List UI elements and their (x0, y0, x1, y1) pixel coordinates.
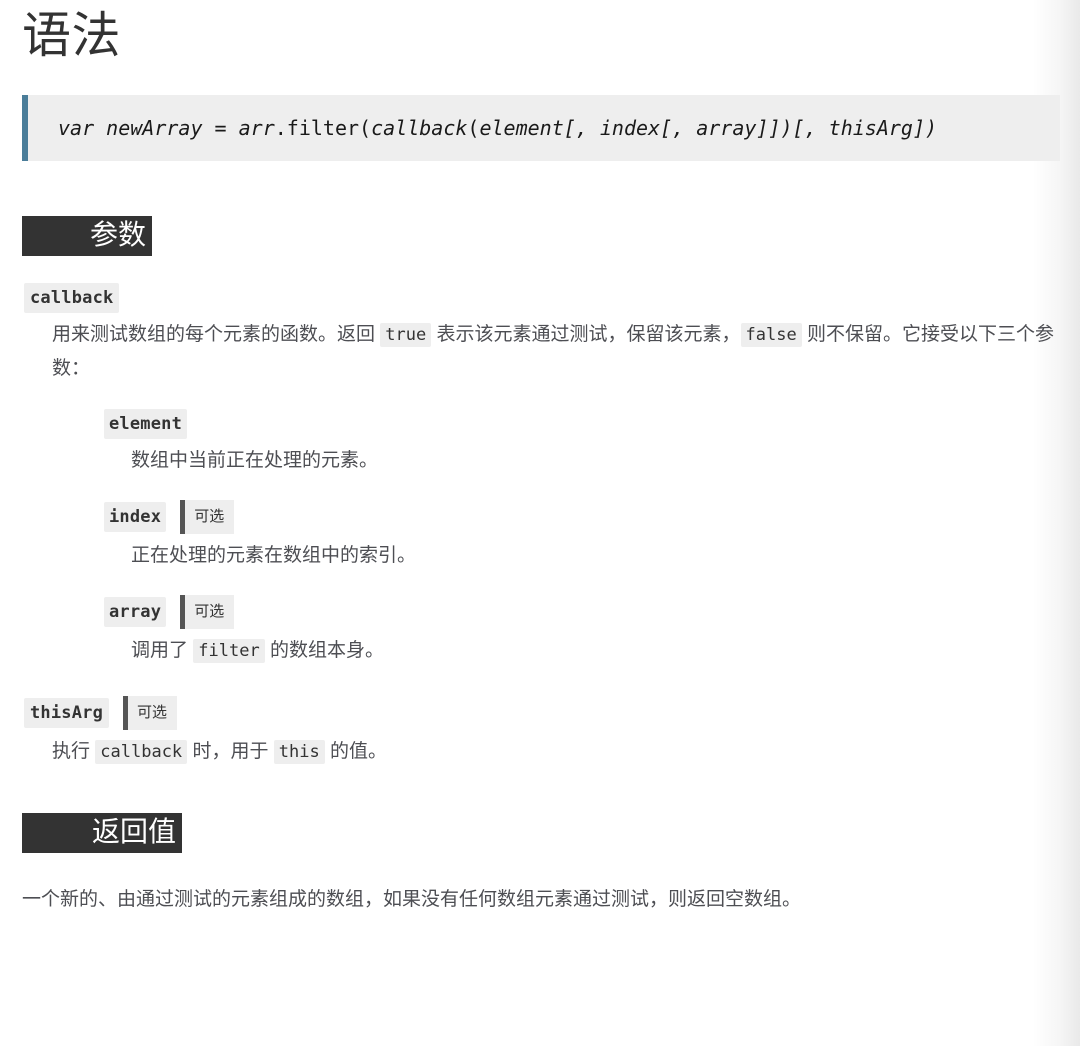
code-callback: callback (95, 740, 188, 765)
page-title: 语法 (22, 8, 122, 63)
syntax-token-element: element (479, 116, 564, 141)
section-heading-return-value: 返回值 (22, 813, 182, 854)
syntax-token-array: [, array]]) (660, 116, 793, 141)
parameters-definition-list: callback 用来测试数组的每个元素的函数。返回 true 表示该元素通过测… (0, 283, 1080, 769)
code-true: true (380, 323, 432, 348)
optional-badge-array: 可选 (180, 595, 235, 630)
param-term-array: array 可选 (52, 595, 1080, 630)
syntax-token-open-paren: ( (359, 116, 372, 141)
syntax-token-index: [, index (563, 116, 661, 141)
page-root: 语法 var newArray = arr.filter(callback(el… (0, 0, 1080, 1046)
param-term-thisarg: thisArg 可选 (0, 696, 1080, 731)
param-desc-array-text-2: 的数组本身。 (264, 640, 384, 662)
param-name-array: array (104, 597, 167, 628)
syntax-token-thisarg: [, thisArg]) (792, 116, 938, 141)
syntax-token-declaration: var newArray = arr (58, 116, 275, 141)
syntax-token-dot: . (274, 116, 287, 141)
param-desc-thisarg-text-2: 时，用于 (187, 741, 274, 763)
param-desc-thisarg-text-3: 的值。 (324, 741, 387, 763)
param-name-thisarg: thisArg (24, 698, 110, 729)
article-content: 语法 var newArray = arr.filter(callback(el… (0, 0, 1080, 917)
section-heading-parameters: 参数 (22, 216, 152, 257)
optional-badge-thisarg: 可选 (123, 696, 178, 731)
syntax-token-callback: callback (371, 116, 468, 141)
param-desc-thisarg: 执行 callback 时，用于 this 的值。 (0, 730, 1080, 769)
param-desc-array-text-1: 调用了 (131, 640, 194, 662)
optional-badge-index: 可选 (180, 500, 235, 535)
param-desc-callback: 用来测试数组的每个元素的函数。返回 true 表示该元素通过测试，保留该元素， f… (0, 313, 1080, 668)
param-name-index: index (104, 502, 167, 533)
code-this: this (273, 740, 325, 765)
param-desc-callback-text-2: 表示该元素通过测试，保留该元素， (431, 324, 741, 346)
param-term-element: element (52, 409, 1080, 440)
param-desc-element: 数组中当前正在处理的元素。 (131, 450, 379, 472)
param-term-index: index 可选 (52, 500, 1080, 535)
param-desc-index: 正在处理的元素在数组中的索引。 (131, 545, 417, 567)
syntax-token-callback-open: ( (467, 116, 480, 141)
code-filter: filter (193, 639, 265, 664)
syntax-token-method: filter (286, 116, 360, 141)
param-desc-callback-text-1: 用来测试数组的每个元素的函数。返回 (52, 324, 381, 346)
code-false: false (740, 323, 802, 348)
syntax-code-text: var newArray = arr.filter(callback(eleme… (58, 114, 1060, 142)
syntax-code-block: var newArray = arr.filter(callback(eleme… (22, 95, 1060, 162)
param-desc-array: 调用了 filter 的数组本身。 (52, 629, 1080, 668)
param-term-callback: callback (0, 283, 1080, 314)
return-value-paragraph: 一个新的、由通过测试的元素组成的数组，如果没有任何数组元素通过测试，则返回空数组… (22, 889, 802, 911)
nested-parameters-list: element 数组中当前正在处理的元素。 index 可选 正在处理的元素在数… (52, 409, 1080, 668)
param-name-callback: callback (24, 283, 120, 314)
param-desc-thisarg-text-1: 执行 (52, 741, 96, 763)
param-name-element: element (104, 409, 188, 440)
